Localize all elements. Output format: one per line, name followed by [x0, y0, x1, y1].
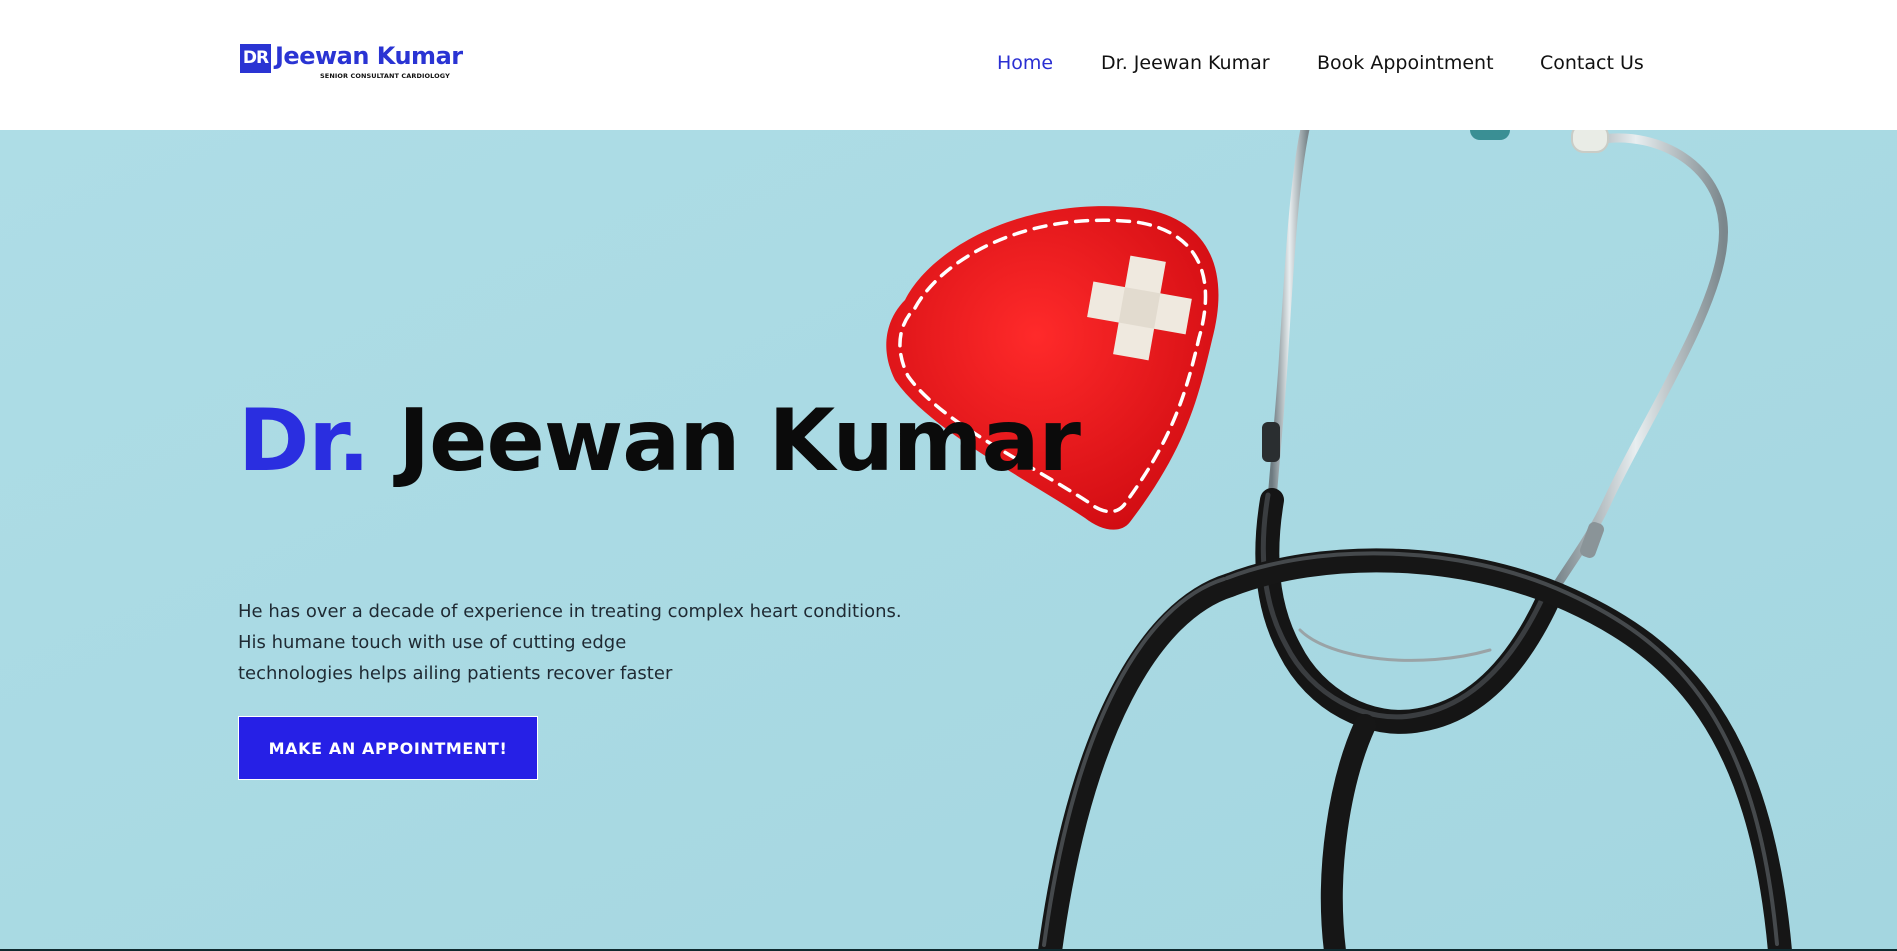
make-appointment-button[interactable]: MAKE AN APPOINTMENT! [238, 716, 538, 780]
hero-title-prefix: Dr. [238, 391, 370, 491]
hero-description: He has over a decade of experience in tr… [238, 596, 938, 689]
site-header: DR Jeewan Kumar SENIOR CONSULTANT CARDIO… [0, 0, 1897, 130]
hero-description-line: His humane touch with use of cutting edg… [238, 632, 627, 653]
nav-contact-us[interactable]: Contact Us [1540, 52, 1644, 74]
hero-title-name: Jeewan Kumar [398, 391, 1081, 491]
hero-description-line: technologies helps ailing patients recov… [238, 663, 673, 684]
main-nav: Home Dr. Jeewan Kumar Book Appointment C… [0, 52, 1897, 82]
nav-home[interactable]: Home [997, 52, 1053, 74]
nav-book-appointment[interactable]: Book Appointment [1317, 52, 1494, 74]
hero-background-image [0, 130, 1897, 951]
nav-dr-jeewan-kumar[interactable]: Dr. Jeewan Kumar [1101, 52, 1270, 74]
hero-description-line: He has over a decade of experience in tr… [238, 601, 902, 622]
hero-title: Dr. Jeewan Kumar [238, 398, 1081, 484]
hero-section: Dr. Jeewan Kumar He has over a decade of… [0, 130, 1897, 951]
